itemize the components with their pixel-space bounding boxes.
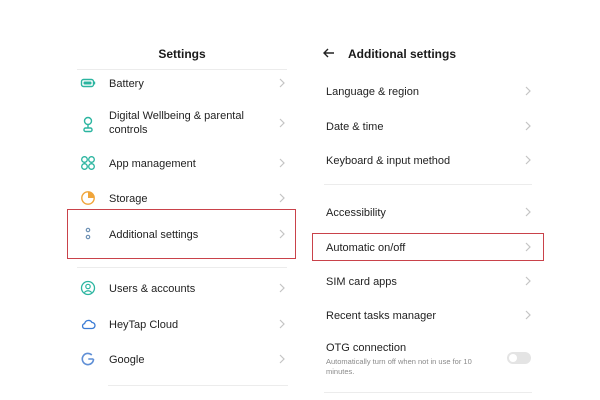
settings-item-label: Keyboard & input method xyxy=(326,155,451,167)
settings-item-automatic-on-off[interactable]: Automatic on/off xyxy=(320,236,536,258)
divider xyxy=(108,385,288,386)
chevron-right-icon xyxy=(524,310,532,320)
settings-item-storage[interactable]: Storage xyxy=(70,187,294,209)
settings-item-sim-card-apps[interactable]: SIM card apps xyxy=(320,270,536,292)
settings-item-digital-wellbeing[interactable]: Digital Wellbeing & parental controls xyxy=(70,108,294,138)
chevron-right-icon xyxy=(278,319,286,329)
settings-item-subtext-line1: Automatically turn off when not in use f… xyxy=(326,357,472,366)
chevron-right-icon xyxy=(278,158,286,168)
settings-item-label: Date & time xyxy=(326,121,384,133)
settings-item-label: App management xyxy=(109,158,196,170)
chevron-right-icon xyxy=(524,207,532,217)
settings-item-label: Users & accounts xyxy=(109,283,196,295)
google-icon xyxy=(80,351,96,367)
settings-item-otg-connection: OTG connection Automatically turn off wh… xyxy=(320,338,536,380)
settings-item-heytap-cloud[interactable]: HeyTap Cloud xyxy=(70,313,294,335)
more-dots-icon xyxy=(80,226,96,242)
settings-item-label: Recent tasks manager xyxy=(326,310,437,322)
back-arrow-icon[interactable] xyxy=(322,46,336,60)
additional-settings-panel: Additional settings Language & region Da… xyxy=(300,0,600,400)
settings-item-label-line1: Digital Wellbeing & parental xyxy=(109,110,244,122)
chevron-right-icon xyxy=(524,276,532,286)
settings-item-language-region[interactable]: Language & region xyxy=(320,80,536,102)
divider xyxy=(324,392,532,393)
chevron-right-icon xyxy=(278,193,286,203)
chevron-right-icon xyxy=(524,155,532,165)
storage-pie-icon xyxy=(80,190,96,206)
settings-item-additional-settings[interactable]: Additional settings xyxy=(70,223,294,245)
divider xyxy=(77,69,287,70)
settings-item-date-time[interactable]: Date & time xyxy=(320,115,536,137)
chevron-right-icon xyxy=(524,86,532,96)
settings-item-google[interactable]: Google xyxy=(70,348,294,370)
user-icon xyxy=(80,280,96,296)
cloud-icon xyxy=(80,316,96,332)
settings-item-label: OTG connection xyxy=(326,342,407,354)
settings-item-label: Battery xyxy=(109,78,144,90)
page-title: Additional settings xyxy=(348,47,456,61)
settings-item-label: Google xyxy=(109,354,145,366)
divider xyxy=(324,184,532,185)
settings-item-label: SIM card apps xyxy=(326,276,397,288)
settings-item-battery[interactable]: Battery xyxy=(70,72,294,94)
battery-icon xyxy=(80,75,96,91)
settings-item-label: Automatic on/off xyxy=(326,242,406,254)
settings-item-label: Language & region xyxy=(326,86,419,98)
otg-toggle[interactable] xyxy=(507,352,531,364)
settings-item-label: HeyTap Cloud xyxy=(109,319,179,331)
settings-panel: Settings Battery Digital Wellbeing & par… xyxy=(0,0,300,400)
chevron-right-icon xyxy=(278,118,286,128)
chevron-right-icon xyxy=(524,242,532,252)
settings-item-subtext-line2: minutes. xyxy=(326,367,355,376)
settings-item-label: Storage xyxy=(109,193,148,205)
chevron-right-icon xyxy=(278,78,286,88)
chevron-right-icon xyxy=(278,283,286,293)
chevron-right-icon xyxy=(278,229,286,239)
chevron-right-icon xyxy=(278,354,286,364)
divider xyxy=(77,267,287,268)
toggle-knob xyxy=(509,354,517,362)
settings-item-app-management[interactable]: App management xyxy=(70,152,294,174)
settings-item-accessibility[interactable]: Accessibility xyxy=(320,201,536,223)
settings-item-keyboard-input[interactable]: Keyboard & input method xyxy=(320,149,536,171)
settings-item-label: Accessibility xyxy=(326,207,386,219)
wellbeing-icon xyxy=(80,115,96,133)
chevron-right-icon xyxy=(524,121,532,131)
settings-item-users-accounts[interactable]: Users & accounts xyxy=(70,277,294,299)
settings-item-recent-tasks-manager[interactable]: Recent tasks manager xyxy=(320,304,536,326)
settings-item-label: Additional settings xyxy=(109,229,199,241)
settings-item-label-line2: controls xyxy=(109,124,148,136)
apps-grid-icon xyxy=(80,155,96,171)
